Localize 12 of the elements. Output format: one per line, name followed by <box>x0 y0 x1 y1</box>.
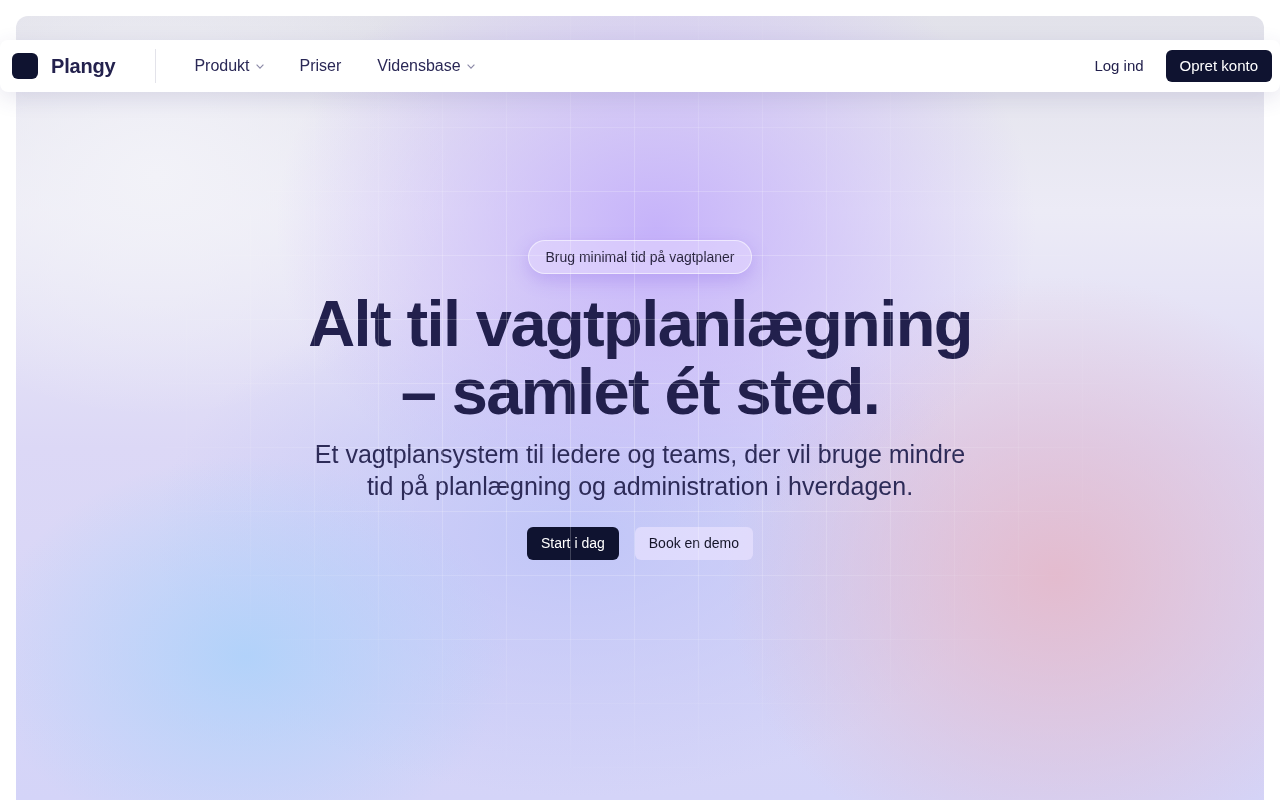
nav-dropdown[interactable]: Produkt <box>194 56 264 76</box>
login-link[interactable]: Log ind <box>1094 54 1144 78</box>
brand-name[interactable]: Plangy <box>51 51 116 81</box>
logo-icon[interactable] <box>12 53 38 79</box>
demo-button[interactable]: Book en demo <box>634 527 754 560</box>
signup-button[interactable]: Opret konto <box>1165 50 1272 82</box>
start-button[interactable]: Start i dag <box>526 527 619 560</box>
nav-link[interactable]: Priser <box>299 56 342 76</box>
hero-heading: Alt til vagtplanlægning – samlet ét sted. <box>307 290 973 426</box>
tagline-pill: Brug minimal tid på vagtplaner <box>528 240 752 274</box>
nav-dropdown[interactable]: Vidensbase <box>377 56 475 76</box>
hero-subheading: Et vagtplansystem til ledere og teams, der vil bruge mindre tid på planlægning og administration i hverdagen. <box>313 439 967 502</box>
